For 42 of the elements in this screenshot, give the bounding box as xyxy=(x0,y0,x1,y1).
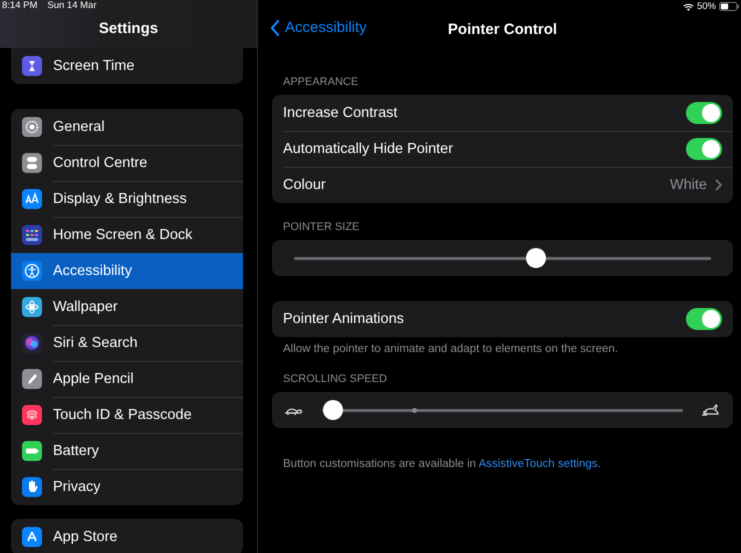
pointer-size-slider[interactable] xyxy=(294,248,711,268)
toggle-switch[interactable] xyxy=(686,138,722,160)
battery-percentage: 50% xyxy=(696,1,716,12)
sidebar-item[interactable]: Wallpaper xyxy=(11,289,243,325)
setting-value[interactable]: White xyxy=(670,177,707,193)
setting-label: Colour xyxy=(283,177,327,193)
section-header: APPEARANCE xyxy=(282,75,360,90)
sidebar-title: Settings xyxy=(98,20,158,37)
status-date: Sun 14 Mar xyxy=(47,0,97,11)
wifi-icon xyxy=(682,2,694,10)
setting-label: Automatically Hide Pointer xyxy=(283,141,454,157)
slider-thumb[interactable] xyxy=(322,400,343,420)
sidebar-item[interactable]: Privacy xyxy=(11,469,243,505)
section-header: SCROLLING SPEED xyxy=(282,372,388,387)
hare-icon xyxy=(701,403,721,417)
sidebar-item[interactable]: Screen Time xyxy=(11,48,243,84)
sidebar-item[interactable]: Control Centre xyxy=(11,145,243,181)
page-title: Pointer Control xyxy=(448,20,558,38)
note-text: Button customisations are available in AssistiveTouch settings. xyxy=(283,458,602,470)
sidebar-item[interactable]: Battery xyxy=(11,433,243,469)
slider-thumb[interactable] xyxy=(526,248,546,268)
setting-label: Increase Contrast xyxy=(283,105,398,121)
sidebar-item[interactable]: Siri & Search xyxy=(11,325,243,361)
scrolling-speed-slider[interactable] xyxy=(322,400,683,420)
sidebar-item[interactable]: App Store xyxy=(11,519,243,553)
sidebar-item[interactable]: General xyxy=(11,109,243,145)
sidebar-item[interactable]: Accessibility xyxy=(11,253,243,289)
battery-icon xyxy=(719,2,739,11)
section-footer: Allow the pointer to animate and adapt to elements on the screen. xyxy=(272,337,733,355)
assistivetouch-link[interactable]: AssistiveTouch settings xyxy=(478,458,598,470)
section-header: POINTER SIZE xyxy=(282,220,360,235)
toggle-switch[interactable] xyxy=(686,102,722,124)
chevron-left-icon xyxy=(270,20,280,36)
sidebar-item[interactable]: Home Screen & Dock xyxy=(11,217,243,253)
chevron-right-icon xyxy=(715,179,722,191)
sidebar-item[interactable]: Display & Brightness xyxy=(11,181,243,217)
back-button[interactable]: Accessibility xyxy=(266,19,371,36)
setting-label: Pointer Animations xyxy=(283,311,405,327)
sidebar-item[interactable]: Apple Pencil xyxy=(11,361,243,397)
toggle-switch[interactable] xyxy=(686,308,722,330)
sidebar-item[interactable]: Touch ID & Passcode xyxy=(11,397,243,433)
status-time: 8:14 PM xyxy=(2,0,38,11)
